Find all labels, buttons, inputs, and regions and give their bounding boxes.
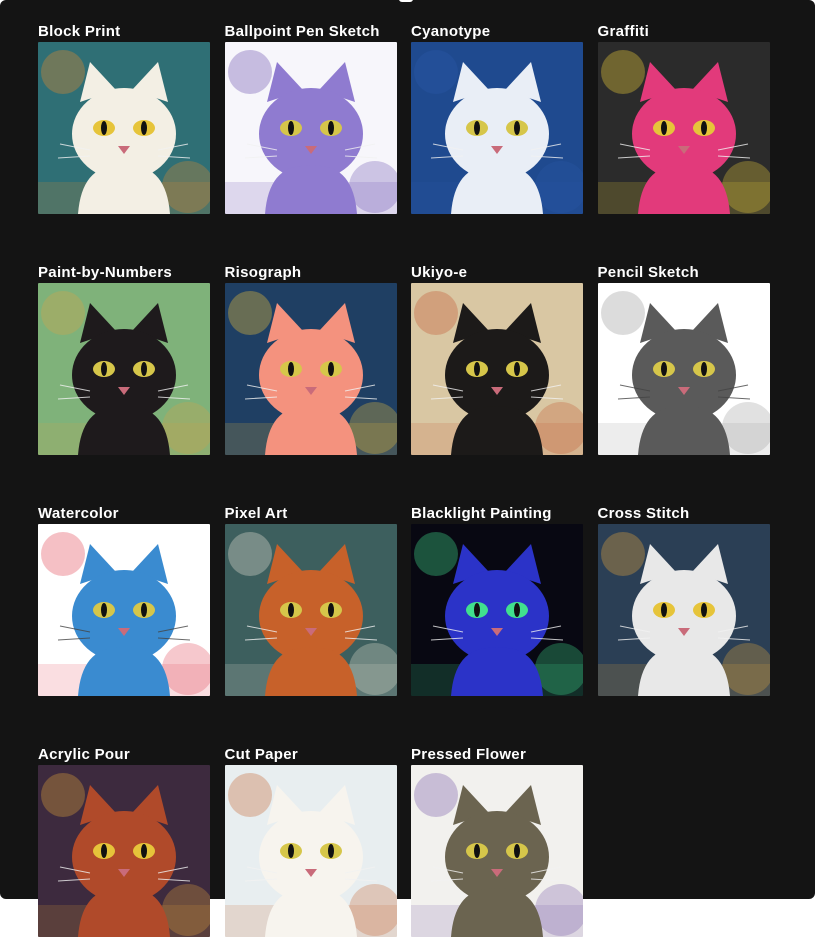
style-label: Ukiyo-e <box>411 264 468 281</box>
style-gallery-panel: Block Print Ballpoint Pen Sketch Cyanoty… <box>0 0 815 937</box>
style-tile-watercolor[interactable]: Watercolor <box>38 503 210 696</box>
style-thumbnail[interactable] <box>411 765 583 937</box>
cat-artwork-icon <box>597 524 770 696</box>
style-thumbnail[interactable] <box>411 524 583 696</box>
style-thumbnail[interactable] <box>597 42 770 214</box>
style-tile-ballpoint-pen-sketch[interactable]: Ballpoint Pen Sketch <box>224 21 397 214</box>
style-thumbnail[interactable] <box>224 42 397 214</box>
style-tile-block-print[interactable]: Block Print <box>38 21 210 214</box>
style-label: Acrylic Pour <box>38 746 130 763</box>
style-tile-risograph[interactable]: Risograph <box>224 262 397 455</box>
cat-artwork-icon <box>411 524 583 696</box>
style-label: Block Print <box>38 23 121 40</box>
cat-artwork-icon <box>411 283 583 455</box>
resize-handle[interactable] <box>399 0 413 2</box>
style-thumbnail[interactable] <box>224 765 397 937</box>
cat-artwork-icon <box>38 283 210 455</box>
style-thumbnail[interactable] <box>224 283 397 455</box>
style-thumbnail[interactable] <box>38 42 210 214</box>
style-thumbnail[interactable] <box>38 524 210 696</box>
style-thumbnail[interactable] <box>597 283 770 455</box>
style-label: Pencil Sketch <box>597 264 699 281</box>
style-tile-paint-by-numbers[interactable]: Paint-by-Numbers <box>38 262 210 455</box>
style-thumbnail[interactable] <box>411 283 583 455</box>
cat-artwork-icon <box>411 42 583 214</box>
cat-artwork-icon <box>224 524 397 696</box>
style-tile-graffiti[interactable]: Graffiti <box>597 21 770 214</box>
style-tile-pencil-sketch[interactable]: Pencil Sketch <box>597 262 770 455</box>
style-label: Paint-by-Numbers <box>38 264 172 281</box>
style-thumbnail[interactable] <box>38 765 210 937</box>
style-tile-cross-stitch[interactable]: Cross Stitch <box>597 503 770 696</box>
cat-artwork-icon <box>411 765 583 937</box>
cat-artwork-icon <box>597 283 770 455</box>
style-label: Cyanotype <box>411 23 491 40</box>
style-label: Cut Paper <box>224 746 299 763</box>
style-label: Pressed Flower <box>411 746 527 763</box>
cat-artwork-icon <box>224 283 397 455</box>
style-tile-cyanotype[interactable]: Cyanotype <box>411 21 583 214</box>
style-thumbnail[interactable] <box>224 524 397 696</box>
style-tile-ukiyo-e[interactable]: Ukiyo-e <box>411 262 583 455</box>
style-label: Blacklight Painting <box>411 505 552 522</box>
style-label: Pixel Art <box>224 505 288 522</box>
cat-artwork-icon <box>38 524 210 696</box>
cat-artwork-icon <box>224 765 397 937</box>
style-thumbnail[interactable] <box>597 524 770 696</box>
style-label: Risograph <box>224 264 302 281</box>
style-tile-cut-paper[interactable]: Cut Paper <box>224 744 397 937</box>
style-tile-acrylic-pour[interactable]: Acrylic Pour <box>38 744 210 937</box>
style-grid: Block Print Ballpoint Pen Sketch Cyanoty… <box>38 21 770 937</box>
style-label: Ballpoint Pen Sketch <box>224 23 380 40</box>
style-label: Graffiti <box>597 23 650 40</box>
style-label: Watercolor <box>38 505 119 522</box>
style-tile-blacklight-painting[interactable]: Blacklight Painting <box>411 503 583 696</box>
style-tile-pixel-art[interactable]: Pixel Art <box>224 503 397 696</box>
cat-artwork-icon <box>38 765 210 937</box>
style-thumbnail[interactable] <box>411 42 583 214</box>
cat-artwork-icon <box>224 42 397 214</box>
style-tile-pressed-flower[interactable]: Pressed Flower <box>411 744 583 937</box>
style-label: Cross Stitch <box>597 505 690 522</box>
cat-artwork-icon <box>38 42 210 214</box>
cat-artwork-icon <box>597 42 770 214</box>
style-thumbnail[interactable] <box>38 283 210 455</box>
